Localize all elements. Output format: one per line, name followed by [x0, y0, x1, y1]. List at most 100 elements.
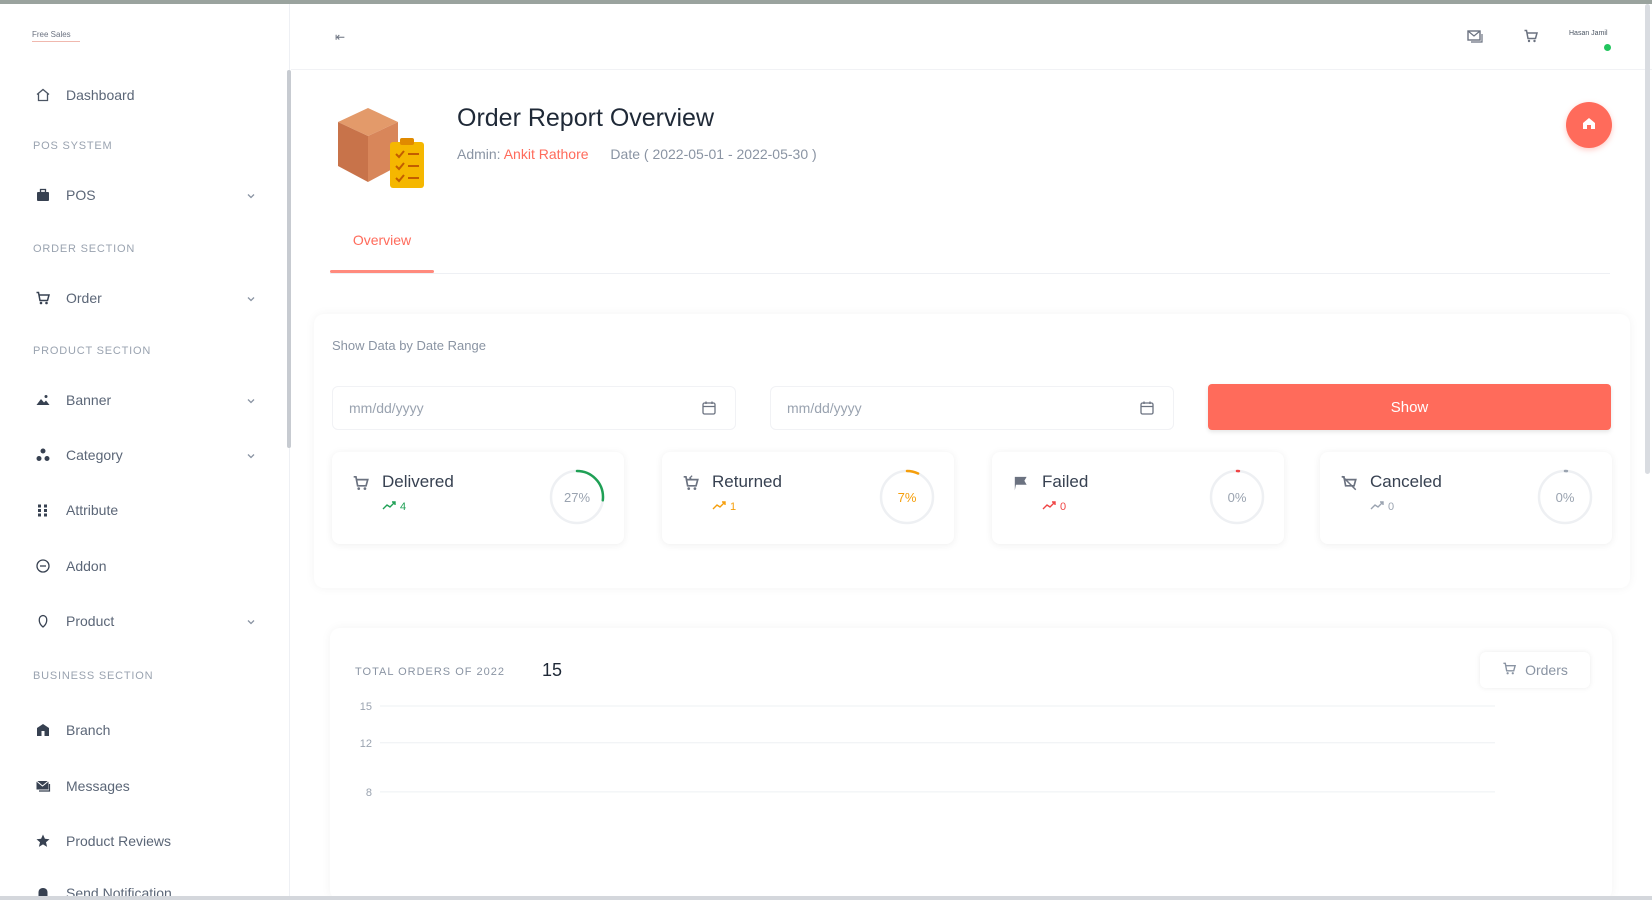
briefcase-icon [34, 186, 52, 204]
progress-ring: 0% [1536, 468, 1594, 526]
cart-icon [34, 289, 52, 307]
orders-button[interactable]: Orders [1480, 652, 1590, 688]
top-header: ⇤ Hasan Jamil [291, 4, 1652, 70]
order-report-illustration [330, 100, 430, 192]
user-name[interactable]: Hasan Jamil [1569, 30, 1608, 37]
trend-up-icon [1042, 500, 1056, 513]
attribute-icon [34, 501, 52, 519]
y-tick-label: 12 [360, 738, 372, 750]
sidebar-item-product[interactable]: Product [34, 606, 256, 636]
from-date-input[interactable]: mm/dd/yyyy [332, 386, 736, 430]
stat-label: Failed [1042, 472, 1089, 491]
online-status-dot [1604, 44, 1611, 51]
trend-up-icon [1370, 500, 1384, 513]
sidebar-item-category[interactable]: Category [34, 440, 256, 470]
admin-name[interactable]: Ankit Rathore [504, 146, 589, 162]
y-tick-label: 15 [360, 701, 372, 713]
orders-line-chart: 15 12 8 [360, 701, 1495, 799]
progress-ring: 7% [878, 468, 936, 526]
nav-section-title: ORDER SECTION [33, 243, 136, 255]
stat-trend: 1 [712, 500, 736, 513]
sidebar-item-messages[interactable]: Messages [34, 771, 256, 801]
sidebar-item-label: Dashboard [66, 87, 135, 103]
progress-ring: 0% [1208, 468, 1266, 526]
stat-trend: 4 [382, 500, 406, 513]
sidebar-item-label: Messages [66, 778, 130, 794]
cart-icon [1502, 661, 1517, 679]
chevron-down-icon [246, 188, 256, 204]
stat-percent: 27% [563, 489, 591, 505]
page-scrollbar[interactable] [1645, 4, 1650, 474]
sidebar-item-label: Order [66, 290, 102, 306]
chart-total: 15 [542, 660, 563, 680]
sidebar-collapse-toggle[interactable]: ⇤ [335, 30, 345, 44]
cancel-icon [1340, 474, 1358, 497]
sidebar-item-pos[interactable]: POS [34, 180, 256, 210]
y-tick-label: 8 [366, 787, 372, 799]
progress-ring: 27% [548, 468, 606, 526]
stat-percent: 0% [1555, 489, 1575, 505]
stat-trend: 0 [1370, 500, 1394, 513]
star-icon [34, 832, 52, 850]
admin-label: Admin: [457, 146, 501, 162]
image-icon [34, 391, 52, 409]
message-icon[interactable] [1466, 28, 1484, 49]
home-icon [34, 86, 52, 104]
product-icon [34, 612, 52, 630]
sidebar-item-dashboard[interactable]: Dashboard [34, 80, 256, 110]
flag-icon [1012, 474, 1030, 497]
to-date-input[interactable]: mm/dd/yyyy [770, 386, 1174, 430]
calendar-icon[interactable] [701, 400, 717, 419]
show-button[interactable]: Show [1208, 384, 1611, 430]
sidebar-item-branch[interactable]: Branch [34, 715, 256, 745]
stat-card-canceled[interactable]: Canceled 0 0% [1320, 452, 1612, 544]
chevron-down-icon [246, 291, 256, 307]
stat-label: Returned [712, 472, 782, 491]
tabs-divider [330, 273, 1610, 274]
sidebar-item-product-reviews[interactable]: Product Reviews [34, 826, 256, 856]
sidebar-item-label: Attribute [66, 502, 119, 518]
home-button[interactable] [1566, 102, 1612, 148]
cart-icon[interactable] [1523, 28, 1539, 49]
nav-section-title: BUSINESS SECTION [33, 670, 154, 682]
orders-button-label: Orders [1525, 662, 1568, 678]
stat-card-returned[interactable]: Returned 1 7% [662, 452, 954, 544]
stat-percent: 7% [897, 489, 917, 505]
messages-icon [34, 777, 52, 795]
tab-overview[interactable]: Overview [330, 232, 434, 248]
date-label: Date [610, 146, 640, 162]
sidebar-item-addon[interactable]: Addon [34, 551, 256, 581]
sidebar-item-attribute[interactable]: Attribute [34, 495, 256, 525]
window-bottom-border [0, 896, 1652, 900]
stat-label: Canceled [1370, 472, 1442, 491]
stat-percent: 0% [1227, 489, 1247, 505]
sidebar-scrollbar[interactable] [287, 70, 291, 448]
to-date-placeholder: mm/dd/yyyy [787, 400, 862, 416]
brand-logo[interactable]: Free Sales [32, 30, 71, 39]
stat-label: Delivered [382, 472, 454, 491]
nav-section-title: POS SYSTEM [33, 140, 113, 152]
sidebar-item-banner[interactable]: Banner [34, 385, 256, 415]
nav-section-title: PRODUCT SECTION [33, 345, 152, 357]
sidebar-item-label: Branch [66, 722, 111, 738]
cart-icon [352, 474, 370, 497]
sidebar-item-label: Product [66, 613, 115, 629]
trend-up-icon [382, 500, 396, 513]
stat-count: 0 [1060, 500, 1067, 513]
sidebar-item-order[interactable]: Order [34, 283, 256, 313]
calendar-icon[interactable] [1139, 400, 1155, 419]
page-title: Order Report Overview [457, 104, 715, 132]
active-tab-indicator [330, 270, 434, 273]
chart-title: TOTAL ORDERS OF 2022 [355, 666, 506, 678]
sidebar-item-label: POS [66, 187, 96, 203]
category-icon [34, 446, 52, 464]
sidebar-item-label: Banner [66, 392, 112, 408]
addon-icon [34, 557, 52, 575]
stat-card-failed[interactable]: Failed 0 0% [992, 452, 1284, 544]
chevron-down-icon [246, 393, 256, 409]
stat-count: 4 [400, 500, 407, 513]
branch-icon [34, 721, 52, 739]
sidebar-item-label: Product Reviews [66, 833, 172, 849]
sidebar-item-label: Addon [66, 558, 107, 574]
stat-card-delivered[interactable]: Delivered 4 27% [332, 452, 624, 544]
